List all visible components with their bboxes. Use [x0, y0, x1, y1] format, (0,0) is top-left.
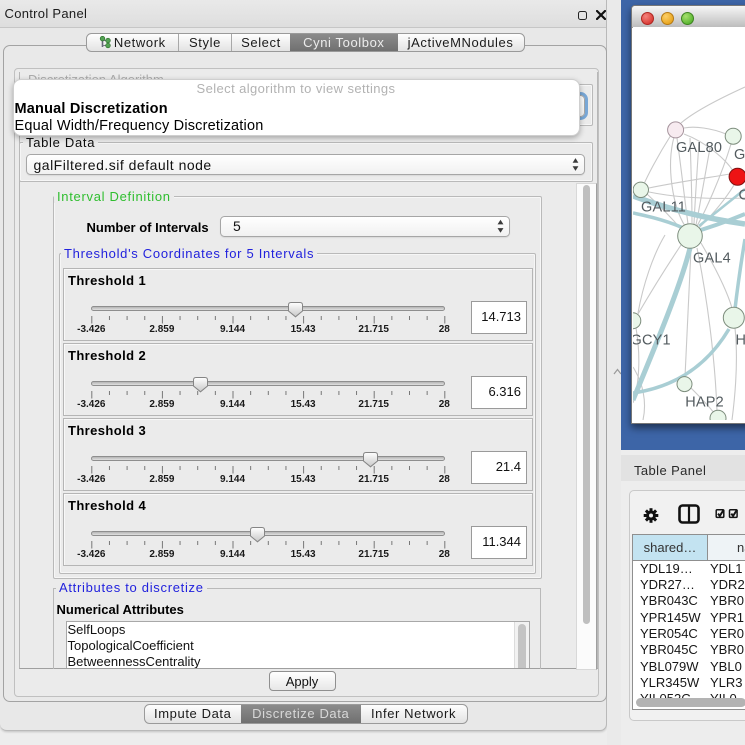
- svg-text:HAP2: HAP2: [685, 395, 724, 411]
- svg-text:GAL4: GAL4: [693, 251, 731, 267]
- svg-text:GAL11: GAL11: [641, 200, 686, 216]
- svg-text:GCY1: GCY1: [633, 333, 671, 349]
- svg-text:H: H: [736, 333, 745, 349]
- svg-text:GAL80: GAL80: [676, 140, 722, 156]
- svg-text:GA: GA: [734, 147, 745, 163]
- svg-text:CY: CY: [739, 188, 745, 204]
